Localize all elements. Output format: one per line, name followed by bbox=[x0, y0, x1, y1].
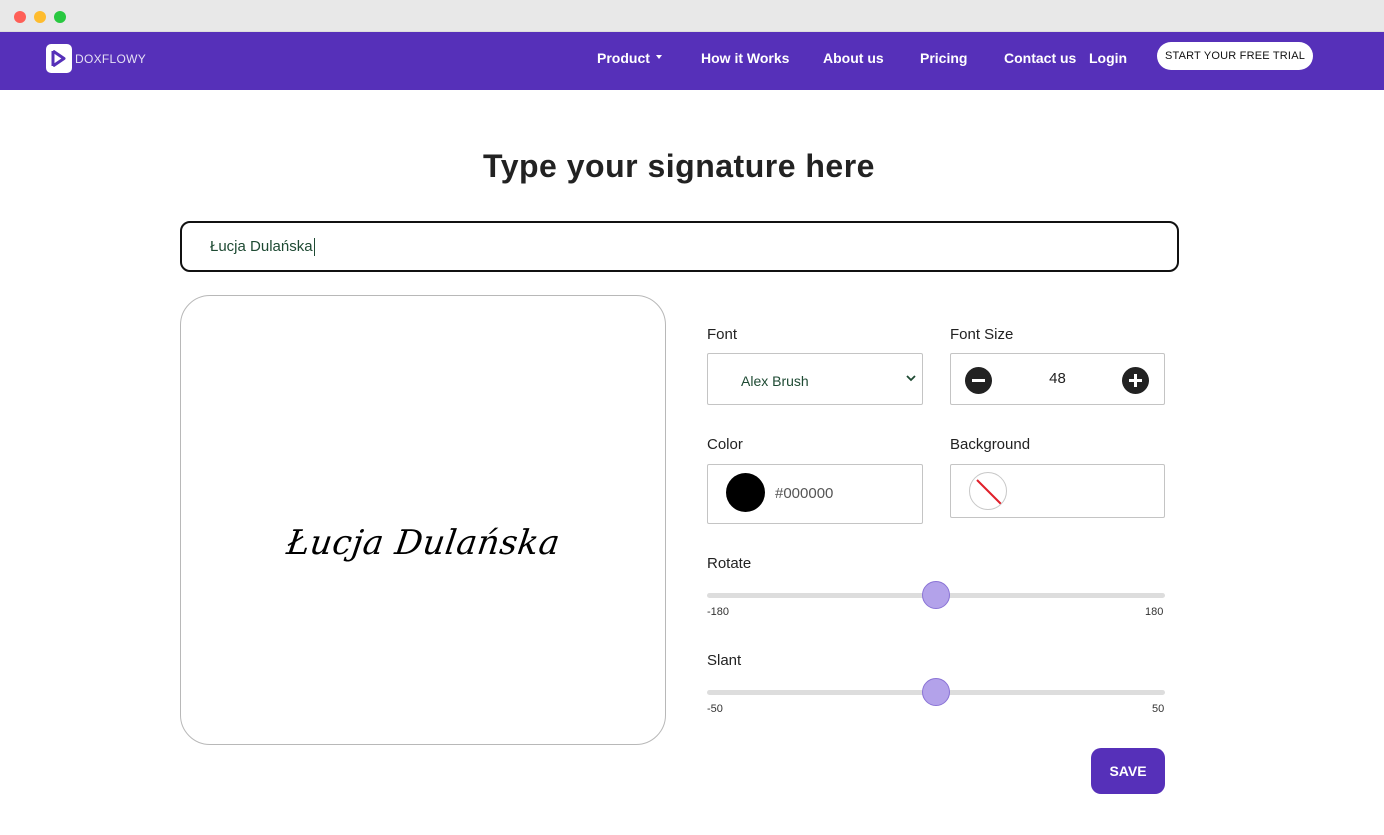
free-trial-button[interactable]: START YOUR FREE TRIAL bbox=[1157, 42, 1313, 70]
page-title: Type your signature here bbox=[483, 148, 875, 184]
nav-about-us[interactable]: About us bbox=[823, 50, 884, 66]
navbar: DOXFLOWY Product How it Works About us P… bbox=[0, 32, 1384, 90]
nav-login[interactable]: Login bbox=[1089, 50, 1127, 66]
increase-font-size-button[interactable] bbox=[1122, 367, 1149, 394]
nav-how-it-works[interactable]: How it Works bbox=[701, 50, 789, 66]
slant-slider-thumb[interactable] bbox=[922, 678, 950, 706]
color-swatch[interactable] bbox=[726, 473, 765, 512]
font-select[interactable]: Alex Brush bbox=[707, 353, 923, 405]
font-size-label: Font Size bbox=[950, 326, 1014, 343]
color-value: #000000 bbox=[775, 485, 834, 502]
brand-name: DOXFLOWY bbox=[75, 51, 147, 66]
color-label: Color bbox=[707, 436, 743, 453]
window-titlebar bbox=[0, 0, 1384, 32]
rotate-max-label: 180 bbox=[1145, 606, 1164, 618]
color-picker[interactable]: #000000 bbox=[707, 464, 923, 524]
font-select-value: Alex Brush bbox=[741, 373, 809, 389]
rotate-min-label: -180 bbox=[707, 606, 730, 618]
nav-contact-us[interactable]: Contact us bbox=[1004, 50, 1076, 66]
slant-label: Slant bbox=[707, 652, 742, 669]
slant-slider[interactable] bbox=[707, 678, 1165, 706]
signature-preview: Łucja Dulańska bbox=[180, 295, 666, 745]
background-label: Background bbox=[950, 436, 1031, 453]
nav-product[interactable]: Product bbox=[597, 50, 662, 66]
decrease-font-size-button[interactable] bbox=[965, 367, 992, 394]
nav-pricing[interactable]: Pricing bbox=[920, 50, 967, 66]
brand-logo[interactable]: DOXFLOWY bbox=[46, 44, 146, 73]
minimize-window-button[interactable] bbox=[34, 11, 46, 23]
slant-max-label: 50 bbox=[1152, 703, 1165, 715]
minus-icon bbox=[972, 379, 985, 382]
logo-icon bbox=[46, 44, 72, 73]
plus-icon-vertical bbox=[1134, 374, 1137, 387]
background-picker[interactable] bbox=[950, 464, 1165, 518]
caret-down-icon bbox=[655, 55, 662, 60]
rotate-label: Rotate bbox=[707, 555, 752, 572]
close-window-button[interactable] bbox=[14, 11, 26, 23]
signature-input[interactable]: Łucja Dulańska bbox=[180, 221, 1179, 272]
no-background-icon[interactable] bbox=[969, 472, 1007, 510]
text-cursor bbox=[313, 237, 315, 256]
nav-product-label: Product bbox=[597, 50, 650, 66]
font-size-stepper: 48 bbox=[950, 353, 1165, 405]
slant-min-label: -50 bbox=[707, 703, 723, 715]
signature-input-value: Łucja Dulańska bbox=[210, 238, 313, 255]
save-button[interactable]: SAVE bbox=[1091, 748, 1165, 794]
font-label: Font bbox=[707, 326, 738, 343]
chevron-down-icon bbox=[906, 375, 916, 382]
signature-preview-text: Łucja Dulańska bbox=[283, 522, 563, 563]
rotate-slider[interactable] bbox=[707, 581, 1165, 609]
maximize-window-button[interactable] bbox=[54, 11, 66, 23]
rotate-slider-thumb[interactable] bbox=[922, 581, 950, 609]
